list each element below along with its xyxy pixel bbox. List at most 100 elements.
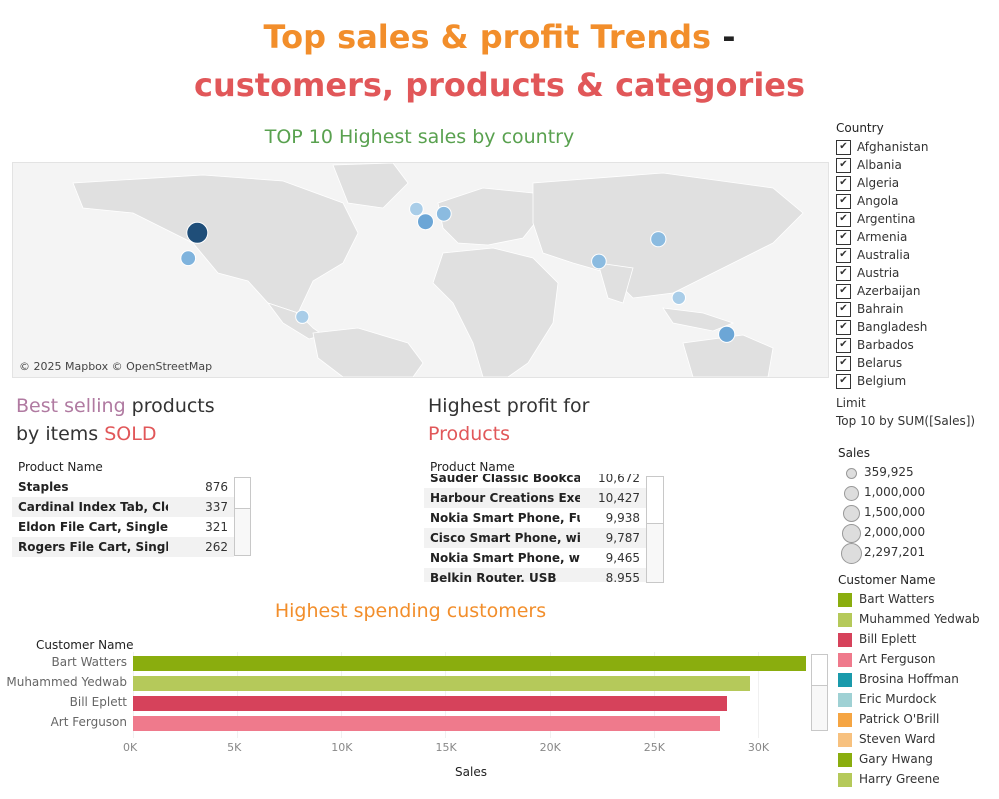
bar-muhammed-yedwab[interactable] [133,676,750,691]
country-filter-item[interactable]: ✔ Armenia [836,228,907,246]
country-filter-title: Country [836,121,884,135]
map-point-united-states[interactable] [186,221,209,244]
table-row[interactable]: Cisco Smart Phone, with C.. 9,787 [424,528,646,548]
bar-bill-eplett[interactable] [133,696,727,711]
table-row[interactable]: Nokia Smart Phone, with .. 9,465 [424,548,646,568]
customer-legend-item[interactable]: Bart Watters [838,590,934,608]
table-row[interactable]: Staples 876 [12,477,234,497]
size-legend-label: 2,000,000 [864,525,926,539]
map-point-france[interactable] [417,213,434,231]
best-selling-scroll-thumb[interactable] [235,478,250,509]
country-filter-item[interactable]: ✔ Albania [836,156,902,174]
product-value: 9,465 [605,551,640,565]
bar-category-label: Bart Watters [51,655,127,669]
customers-scroll-thumb[interactable] [812,655,827,686]
highest-profit-title-line2: Products [428,423,511,445]
checkbox-checked-icon[interactable]: ✔ [836,356,851,371]
map-point-brazil[interactable] [295,309,310,324]
customer-legend-item[interactable]: Harry Greene [838,770,940,788]
sales-map[interactable]: © 2025 Mapbox © OpenStreetMap [12,162,829,378]
bar-bart-watters[interactable] [133,656,806,671]
checkbox-checked-icon[interactable]: ✔ [836,320,851,335]
country-label: Australia [857,248,911,262]
customer-legend-item[interactable]: Gary Hwang [838,750,933,768]
bar-category-label: Muhammed Yedwab [6,675,127,689]
checkbox-checked-icon[interactable]: ✔ [836,158,851,173]
country-filter-item[interactable]: ✔ Afghanistan [836,138,928,156]
best-selling-title: Best selling products by items SOLD [16,392,215,448]
country-filter-item[interactable]: ✔ Australia [836,246,910,264]
customers-scrollbar[interactable] [811,654,828,731]
title-part-orange: Top sales & profit Trends [263,18,712,56]
customer-legend-item[interactable]: Bill Eplett [838,630,916,648]
best-selling-header: Product Name [18,460,103,474]
best-selling-scrollbar[interactable] [234,477,251,556]
table-row[interactable]: Harbour Creations Execut.. 10,427 [424,488,646,508]
checkbox-checked-icon[interactable]: ✔ [836,194,851,209]
checkbox-checked-icon[interactable]: ✔ [836,230,851,245]
highest-profit-table[interactable]: Sauder Classic Bookcase, .. 10,672 Harbour… [424,474,646,582]
table-row[interactable]: Cardinal Index Tab, Clear 337 [12,497,234,517]
table-row[interactable]: Nokia Smart Phone, Full S.. 9,938 [424,508,646,528]
legend-label: Patrick O'Brill [859,712,940,726]
customer-legend-item[interactable]: Eric Murdock [838,690,936,708]
customers-x-axis-title: Sales [455,765,487,779]
country-filter-item[interactable]: ✔ Algeria [836,174,899,192]
map-point-china[interactable] [650,231,667,248]
land-shapes [72,163,804,377]
product-value: 10,672 [598,474,640,485]
country-filter-item[interactable]: ✔ Austria [836,264,899,282]
country-filter-item[interactable]: ✔ Belgium [836,372,906,390]
country-filter-item[interactable]: ✔ Barbados [836,336,914,354]
country-filter-item[interactable]: ✔ Belarus [836,354,902,372]
checkbox-checked-icon[interactable]: ✔ [836,248,851,263]
country-label: Belarus [857,356,903,370]
legend-label: Eric Murdock [859,692,937,706]
checkbox-checked-icon[interactable]: ✔ [836,284,851,299]
country-filter-item[interactable]: ✔ Bahrain [836,300,903,318]
checkbox-checked-icon[interactable]: ✔ [836,374,851,389]
table-row[interactable]: Eldon File Cart, Single Wi.. 321 [12,517,234,537]
highest-profit-scroll-thumb[interactable] [647,477,663,524]
country-filter-item[interactable]: ✔ Argentina [836,210,916,228]
customer-legend-item[interactable]: Muhammed Yedwab [838,610,980,628]
table-row[interactable]: Rogers File Cart, Single W.. 262 [12,537,234,557]
country-filter-item[interactable]: ✔ Azerbaijan [836,282,920,300]
x-tick-label: 20K [539,741,561,754]
checkbox-checked-icon[interactable]: ✔ [836,302,851,317]
product-name: Belkin Router, USB [430,571,557,582]
map-point-germany[interactable] [435,205,452,222]
map-point-india[interactable] [591,253,607,270]
legend-swatch [838,732,852,747]
size-legend-circle-icon [840,542,862,564]
customer-legend-item[interactable]: Steven Ward [838,730,935,748]
best-selling-table[interactable]: Staples 876 Cardinal Index Tab, Clear 337 El… [12,477,234,557]
customer-legend-title: Customer Name [838,573,936,587]
table-row[interactable]: Sauder Classic Bookcase, .. 10,672 [424,474,646,488]
map-point-indonesia[interactable] [671,290,686,306]
country-label: Angola [857,194,899,208]
highest-profit-scrollbar[interactable] [646,476,664,583]
checkbox-checked-icon[interactable]: ✔ [836,212,851,227]
legend-swatch [838,712,852,727]
bar-art-ferguson[interactable] [133,716,721,731]
map-point-united-kingdom[interactable] [409,201,424,217]
checkbox-checked-icon[interactable]: ✔ [836,266,851,281]
size-legend-circle-icon [842,504,860,522]
table-row[interactable]: Belkin Router, USB 8,955 [424,568,646,582]
country-filter-item[interactable]: ✔ Bangladesh [836,318,927,336]
checkbox-checked-icon[interactable]: ✔ [836,338,851,353]
best-selling-title-rest: products [125,395,215,417]
map-point-australia[interactable] [718,325,736,343]
legend-swatch [838,612,852,627]
legend-label: Bill Eplett [859,632,917,646]
checkbox-checked-icon[interactable]: ✔ [836,140,851,155]
country-filter-item[interactable]: ✔ Angola [836,192,898,210]
customer-legend-item[interactable]: Brosina Hoffman [838,670,959,688]
map-canvas[interactable] [13,163,828,377]
map-point-mexico[interactable] [180,250,197,267]
size-legend-label: 2,297,201 [864,545,926,559]
checkbox-checked-icon[interactable]: ✔ [836,176,851,191]
customer-legend-item[interactable]: Patrick O'Brill [838,710,939,728]
customer-legend-item[interactable]: Art Ferguson [838,650,935,668]
